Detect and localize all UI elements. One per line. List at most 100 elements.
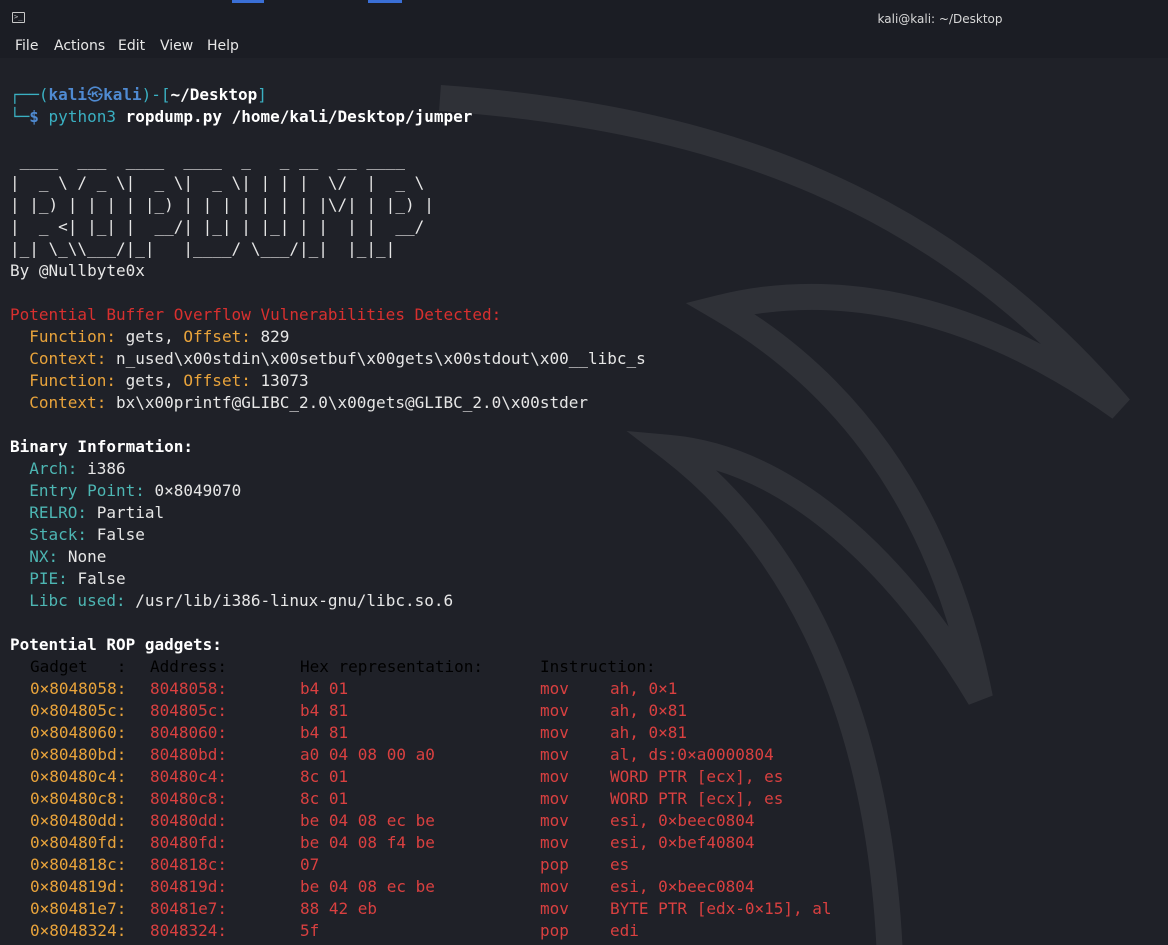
rop-header-hex: Hex representation: xyxy=(300,657,484,676)
vuln-heading: Potential Buffer Overflow Vulnerabilitie… xyxy=(10,305,502,324)
menu-help[interactable]: Help xyxy=(207,38,239,54)
rop-operands: es xyxy=(610,855,630,874)
rop-row: 0×8048058: 8048058: b4 01 mov ah, 0×1 xyxy=(30,678,1130,700)
rop-operands: ah, 0×81 xyxy=(610,723,688,742)
function-label: Function: xyxy=(29,327,116,346)
context-value: bx\x00printf@GLIBC_2.0\x00gets@GLIBC_2.0… xyxy=(115,393,588,412)
rop-gadget: 0×8048060: xyxy=(30,723,127,742)
rop-row: 0×80480c4: 80480c4: 8c 01 mov WORD PTR [ecx]… xyxy=(30,766,1130,788)
rop-hex: 8c 01 xyxy=(300,789,349,808)
rop-address: 804805c: xyxy=(150,701,228,720)
binary-heading: Binary Information: xyxy=(10,437,194,456)
rop-address: 80480c8: xyxy=(150,789,228,808)
binary-field: RELRO: Partial xyxy=(10,502,164,524)
rop-mnemonic: mov xyxy=(540,899,569,918)
field-label: Libc used: xyxy=(29,591,126,610)
rop-mnemonic: mov xyxy=(540,767,569,786)
rop-operands: WORD PTR [ecx], es xyxy=(610,789,784,808)
rop-address: 80480dd: xyxy=(150,811,228,830)
field-value: 0×8049070 xyxy=(154,481,242,500)
vuln-context-row: Context: n_used\x00stdin\x00setbuf\x00ge… xyxy=(10,348,646,370)
rop-hex: a0 04 08 00 a0 xyxy=(300,745,435,764)
menu-view[interactable]: View xyxy=(160,38,193,54)
binary-field: Libc used: /usr/lib/i386-linux-gnu/libc.… xyxy=(10,590,453,612)
field-value: i386 xyxy=(87,459,126,478)
field-label: RELRO: xyxy=(29,503,88,522)
rop-gadget: 0×80480c4: xyxy=(30,767,127,786)
banner-line-2: | |_) | | | | |_) | | | | | | | |\/| | |… xyxy=(10,195,434,214)
banner-line-3: | _ <| |_| | __/| |_| | |_| | | | | __/ xyxy=(10,217,434,236)
menu-edit[interactable]: Edit xyxy=(118,38,145,54)
terminal-output[interactable]: ┌──(kali㉿kali)-[~/Desktop] └─$ python3 r… xyxy=(0,58,1168,945)
rop-mnemonic: pop xyxy=(540,921,569,940)
rop-mnemonic: mov xyxy=(540,833,569,852)
field-value: False xyxy=(96,525,145,544)
offset-value: 13073 xyxy=(260,371,309,390)
rop-mnemonic: pop xyxy=(540,855,569,874)
field-value: False xyxy=(77,569,126,588)
rop-operands: ah, 0×81 xyxy=(610,701,688,720)
field-label: NX: xyxy=(29,547,59,566)
rop-row: 0×804819d: 804819d: be 04 08 ec be mov esi, … xyxy=(30,876,1130,898)
taskbar-accent xyxy=(368,0,402,3)
rop-address: 80481e7: xyxy=(150,899,228,918)
function-value: gets xyxy=(125,327,165,346)
rop-row: 0×80481e7: 80481e7: 88 42 eb mov BYTE PTR [e… xyxy=(30,898,1130,920)
rop-address: 8048058: xyxy=(150,679,228,698)
prompt-corner: └─ xyxy=(10,107,30,126)
rop-mnemonic: mov xyxy=(540,679,569,698)
vuln-context-row: Context: bx\x00printf@GLIBC_2.0\x00gets@… xyxy=(10,392,588,414)
function-label: Function: xyxy=(29,371,116,390)
rop-hex: be 04 08 ec be xyxy=(300,877,435,896)
rop-header-instruction: Instruction: xyxy=(540,657,656,676)
prompt-host: kali xyxy=(103,85,142,104)
binary-field: PIE: False xyxy=(10,568,126,590)
rop-hex: 07 xyxy=(300,855,320,874)
field-label: Stack: xyxy=(29,525,88,544)
prompt-open: ┌──( xyxy=(10,85,49,104)
field-value: None xyxy=(67,547,107,566)
rop-header-gadget: Gadget : xyxy=(30,657,127,676)
rop-gadget: 0×80480dd: xyxy=(30,811,127,830)
prompt-path: ~/Desktop xyxy=(170,85,258,104)
rop-row: 0×80480c8: 80480c8: 8c 01 mov WORD PTR [ecx]… xyxy=(30,788,1130,810)
rop-row: 0×8048324: 8048324: 5f pop edi xyxy=(30,920,1130,942)
rop-gadget: 0×80480c8: xyxy=(30,789,127,808)
rop-operands: esi, 0×beec0804 xyxy=(610,877,755,896)
field-value: /usr/lib/i386-linux-gnu/libc.so.6 xyxy=(135,591,454,610)
rop-hex: b4 81 xyxy=(300,723,349,742)
menu-file[interactable]: File xyxy=(15,38,38,54)
rop-mnemonic: mov xyxy=(540,877,569,896)
rop-hex: 5f xyxy=(300,921,320,940)
taskbar-accent xyxy=(232,0,264,3)
prompt-user: kali xyxy=(48,85,88,104)
rop-gadget: 0×8048058: xyxy=(30,679,127,698)
rop-mnemonic: mov xyxy=(540,701,569,720)
rop-address: 80480bd: xyxy=(150,745,228,764)
rop-address: 80480fd: xyxy=(150,833,228,852)
binary-field: NX: None xyxy=(10,546,106,568)
rop-hex: 88 42 eb xyxy=(300,899,378,918)
rop-operands: WORD PTR [ecx], es xyxy=(610,767,784,786)
rop-hex: b4 01 xyxy=(300,679,349,698)
prompt-mid: )-[ xyxy=(141,85,171,104)
rop-header-row: Gadget : Address: Hex representation: In… xyxy=(30,656,1130,678)
vuln-function-row: Function: gets, Offset: 13073 xyxy=(29,371,309,390)
field-label: PIE: xyxy=(29,569,68,588)
rop-mnemonic: mov xyxy=(540,745,569,764)
offset-label: Offset: xyxy=(183,327,251,346)
rop-gadget: 0×80480fd: xyxy=(30,833,127,852)
terminal-icon[interactable]: >_ xyxy=(12,12,25,23)
command-line: └─$ python3 ropdump.py /home/kali/Deskto… xyxy=(10,106,472,128)
binary-field: Arch: i386 xyxy=(10,458,126,480)
prompt-dollar: $ xyxy=(29,107,39,126)
rop-hex: 8c 01 xyxy=(300,767,349,786)
binary-field: Entry Point: 0×8049070 xyxy=(10,480,241,502)
rop-operands: esi, 0×beec0804 xyxy=(610,811,755,830)
prompt-line: ┌──(kali㉿kali)-[~/Desktop] xyxy=(10,84,267,106)
binary-field: Stack: False xyxy=(10,524,145,546)
rop-row: 0×804805c: 804805c: b4 81 mov ah, 0×81 xyxy=(30,700,1130,722)
menu-actions[interactable]: Actions xyxy=(54,38,105,54)
window-title-container: kali@kali: ~/Desktop xyxy=(0,12,1168,26)
menu-bar: File Actions Edit View Help xyxy=(0,36,1168,58)
